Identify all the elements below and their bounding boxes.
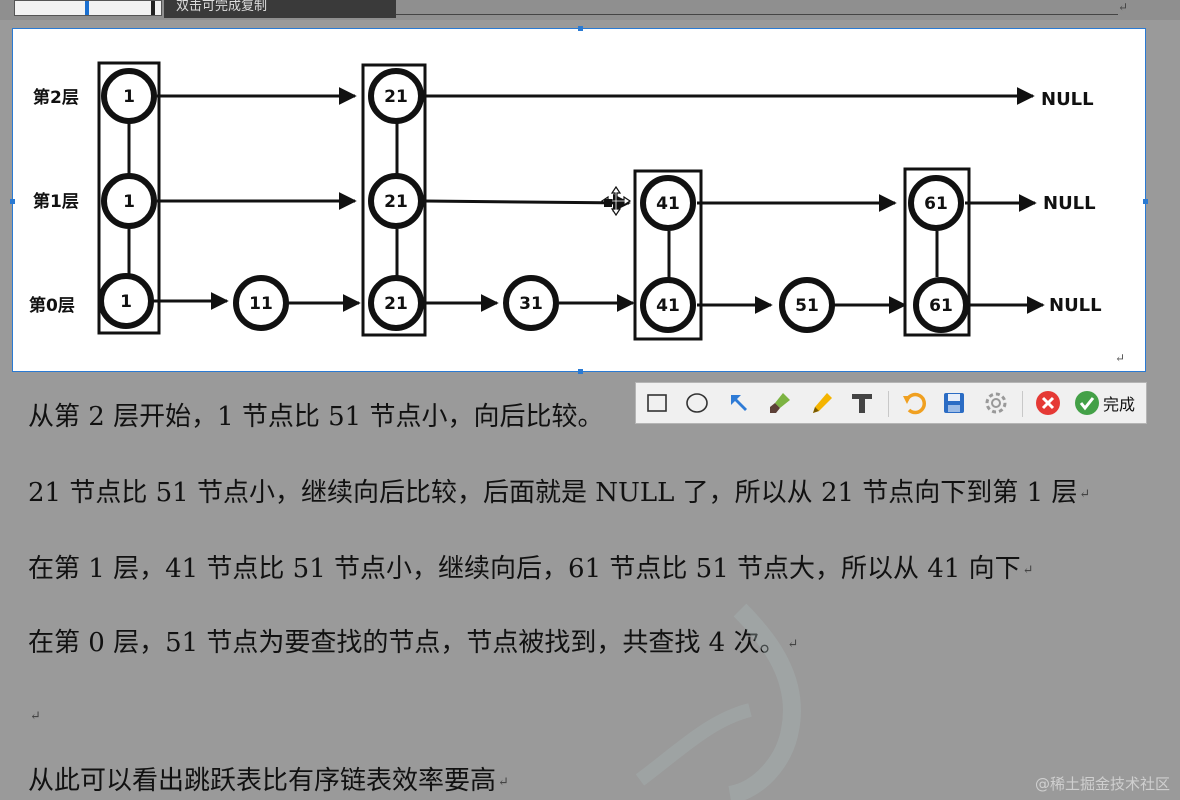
done-button[interactable]: 完成 <box>1074 389 1144 417</box>
null-label: NULL <box>1043 193 1096 214</box>
toolbar-divider <box>888 391 889 417</box>
node-label: 51 <box>795 296 819 316</box>
paragraph: 从此可以看出跳跃表比有序链表效率要高 ↵ <box>28 760 509 797</box>
node-label: 31 <box>519 294 543 314</box>
pencil-icon[interactable] <box>808 389 836 417</box>
paragraph: 在第 1 层，41 节点比 51 节点小，继续向后，61 节点比 51 节点大，… <box>28 548 1034 585</box>
thumbnail-bar <box>151 1 155 15</box>
brush-icon[interactable] <box>766 389 794 417</box>
node-label: 61 <box>929 296 953 316</box>
null-label: NULL <box>1041 89 1094 110</box>
background-watermark-shape <box>635 603 801 800</box>
level-label-0: 第0层 <box>29 295 75 316</box>
paragraph-mark: ↵ <box>498 774 509 790</box>
skiplist-diagram: 第2层 第1层 第0层 1 21 1 21 41 61 1 11 21 31 4… <box>29 61 1102 341</box>
ellipse-icon[interactable] <box>684 389 710 417</box>
arrow-icon[interactable] <box>726 389 752 417</box>
paragraph-mark: ↵ <box>1022 562 1034 578</box>
node-label: 1 <box>120 292 132 312</box>
paragraph-mark: ↵ <box>30 708 41 724</box>
link-arrow <box>424 193 631 212</box>
text-icon[interactable] <box>848 389 876 417</box>
node-label: 1 <box>123 192 135 212</box>
empty-paragraph: ↵ <box>28 700 41 730</box>
paragraph-mark: ↵ <box>1118 0 1129 14</box>
paragraph-text: 21 节点比 51 节点小，继续向后比较，后面就是 NULL 了，所以从 21 … <box>28 478 1078 508</box>
paragraph-text: 从第 2 层开始，1 节点比 51 节点小，向后比较。 <box>28 402 604 432</box>
paragraph-text: 从此可以看出跳跃表比有序链表效率要高 <box>28 766 497 796</box>
node-label: 1 <box>123 87 135 107</box>
close-icon[interactable] <box>1034 389 1062 417</box>
paragraph-mark: ↵ <box>1079 486 1091 502</box>
confirm-icon <box>1075 391 1099 415</box>
level-label-1: 第1层 <box>33 191 79 212</box>
node-label: 21 <box>384 294 408 314</box>
site-watermark: @稀土掘金技术社区 <box>1034 775 1170 793</box>
paragraph: 从第 2 层开始，1 节点比 51 节点小，向后比较。 <box>28 396 604 433</box>
rectangle-icon[interactable] <box>644 389 670 417</box>
node-label: 11 <box>249 294 273 314</box>
save-icon[interactable] <box>940 389 968 417</box>
thumbnail <box>14 0 162 16</box>
toolbar-divider <box>1022 391 1023 417</box>
undo-icon[interactable] <box>900 389 928 417</box>
paragraph: 21 节点比 51 节点小，继续向后比较，后面就是 NULL 了，所以从 21 … <box>28 472 1090 509</box>
settings-icon[interactable] <box>982 389 1010 417</box>
skiplist-figure[interactable]: 第2层 第1层 第0层 1 21 1 21 41 61 1 11 21 31 4… <box>10 26 1148 374</box>
node-label: 41 <box>656 194 680 214</box>
thumbnail-bar <box>85 1 89 15</box>
annotation-toolbar: 完成 <box>635 382 1147 424</box>
paragraph-mark: ↵ <box>1114 351 1125 365</box>
node-label: 41 <box>656 296 680 316</box>
node-label: 21 <box>384 87 408 107</box>
copy-tooltip: 双击可完成复制 <box>164 0 396 18</box>
node-label: 21 <box>384 192 408 212</box>
null-label: NULL <box>1049 295 1102 316</box>
done-label: 完成 <box>1103 395 1136 414</box>
move-cursor-icon <box>600 185 632 217</box>
node-label: 61 <box>924 194 948 214</box>
level-label-2: 第2层 <box>33 87 79 108</box>
divider <box>396 14 1118 15</box>
paragraph-text: 在第 1 层，41 节点比 51 节点小，继续向后，61 节点比 51 节点大，… <box>28 554 1021 584</box>
